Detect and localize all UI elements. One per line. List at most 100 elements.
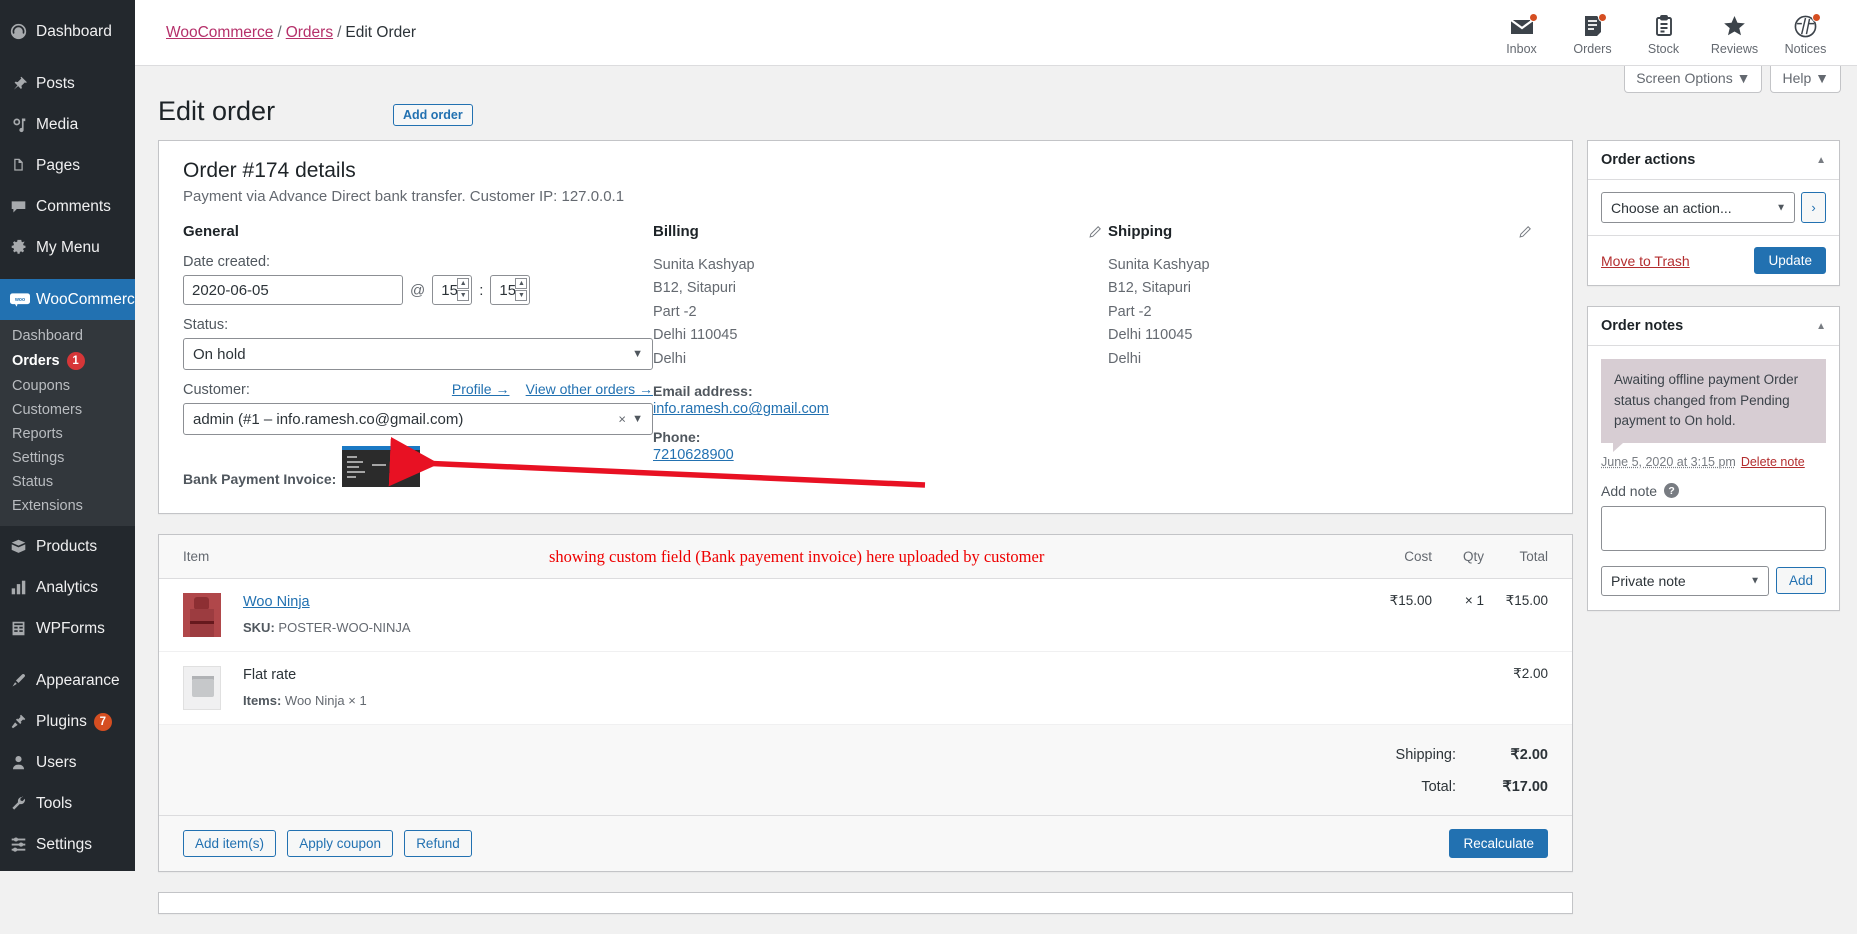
screen-options-button[interactable]: Screen Options ▼ bbox=[1624, 66, 1762, 93]
submenu-item-reports[interactable]: Reports bbox=[0, 422, 135, 446]
submenu-item-coupons[interactable]: Coupons bbox=[0, 374, 135, 398]
customer-select[interactable]: admin (#1 – info.ramesh.co@gmail.com) × … bbox=[183, 403, 653, 435]
sidebar-item-media[interactable]: Media bbox=[0, 104, 135, 145]
sidebar-item-pages[interactable]: Pages bbox=[0, 145, 135, 186]
sidebar-item-plugins[interactable]: Plugins 7 bbox=[0, 701, 135, 742]
apply-action-button[interactable]: › bbox=[1801, 192, 1826, 223]
delete-note-link[interactable]: Delete note bbox=[1741, 455, 1805, 469]
items-label: Items: bbox=[243, 693, 281, 708]
date-created-input[interactable] bbox=[183, 275, 403, 305]
customer-links: Profile → View other orders → bbox=[440, 381, 653, 398]
sidebar-item-woocommerce[interactable]: woo WooCommerce bbox=[0, 279, 135, 320]
add-note-label-row: Add note ? bbox=[1601, 483, 1826, 499]
minute-spin-arrows[interactable]: ▲ ▼ bbox=[515, 278, 527, 301]
billing-phone-link[interactable]: 7210628900 bbox=[653, 447, 1108, 463]
breadcrumb-orders[interactable]: Orders bbox=[286, 24, 333, 41]
sidebar-item-tools[interactable]: Tools bbox=[0, 783, 135, 824]
activity-item-stock[interactable]: Stock bbox=[1628, 5, 1699, 56]
sidebar-item-label: Users bbox=[36, 754, 76, 772]
sidebar-item-wpforms[interactable]: WPForms bbox=[0, 608, 135, 649]
hour-stepper[interactable]: ▲ ▼ bbox=[432, 275, 472, 305]
sidebar-item-users[interactable]: Users bbox=[0, 742, 135, 783]
refund-button[interactable]: Refund bbox=[404, 830, 472, 857]
sidebar-item-appearance[interactable]: Appearance bbox=[0, 660, 135, 701]
shipping-total: ₹2.00 bbox=[1484, 666, 1548, 682]
thumbnail-shape bbox=[192, 679, 214, 697]
submenu-label: Orders bbox=[12, 353, 60, 369]
hour-spin-arrows[interactable]: ▲ ▼ bbox=[457, 278, 469, 301]
collapse-toggle-icon[interactable]: ▲ bbox=[1816, 155, 1826, 166]
recalculate-button[interactable]: Recalculate bbox=[1449, 829, 1548, 858]
plug-icon bbox=[10, 713, 36, 730]
order-action-select[interactable]: Choose an action... ▼ bbox=[1601, 192, 1795, 223]
add-order-button[interactable]: Add order bbox=[393, 104, 473, 126]
update-order-button[interactable]: Update bbox=[1754, 247, 1826, 274]
table-row[interactable]: Woo Ninja SKU: POSTER-WOO-NINJA ₹15.00 ×… bbox=[159, 579, 1572, 652]
column-header-qty: Qty bbox=[1432, 549, 1484, 564]
breadcrumb-woocommerce[interactable]: WooCommerce bbox=[166, 24, 273, 41]
product-sku: SKU: POSTER-WOO-NINJA bbox=[243, 620, 1368, 635]
view-other-orders-link[interactable]: View other orders → bbox=[526, 381, 653, 397]
sidebar-separator-4 bbox=[0, 865, 135, 871]
customer-label: Customer: bbox=[183, 382, 250, 398]
sidebar-item-my-menu[interactable]: My Menu bbox=[0, 227, 135, 268]
table-row[interactable]: Flat rate Items: Woo Ninja × 1 ₹2.00 bbox=[159, 652, 1572, 725]
submenu-item-orders[interactable]: Orders 1 bbox=[0, 348, 135, 374]
move-to-trash-link[interactable]: Move to Trash bbox=[1601, 253, 1690, 269]
bank-payment-invoice-thumbnail[interactable] bbox=[342, 446, 420, 487]
order-status-select[interactable]: On hold ▼ bbox=[183, 338, 653, 370]
thumbnail-titlebar bbox=[342, 446, 420, 450]
activity-item-notices[interactable]: Notices bbox=[1770, 5, 1841, 56]
thumbnail-accent-dot bbox=[413, 462, 418, 467]
minute-stepper[interactable]: ▲ ▼ bbox=[490, 275, 530, 305]
submenu-item-status[interactable]: Status bbox=[0, 470, 135, 494]
activity-item-reviews[interactable]: Reviews bbox=[1699, 5, 1770, 56]
billing-address-line: B12, Sitapuri bbox=[653, 277, 1108, 300]
chevron-down-icon: ▼ bbox=[1776, 202, 1786, 213]
custom-fields-panel-stub bbox=[158, 892, 1573, 914]
comments-icon bbox=[10, 198, 36, 215]
submenu-item-customers[interactable]: Customers bbox=[0, 398, 135, 422]
spin-down-icon[interactable]: ▼ bbox=[457, 290, 469, 301]
billing-phone-label: Phone: bbox=[653, 429, 1108, 445]
clear-customer-icon[interactable]: × bbox=[618, 412, 626, 427]
sidebar-item-comments[interactable]: Comments bbox=[0, 186, 135, 227]
spin-down-icon[interactable]: ▼ bbox=[515, 290, 527, 301]
apply-coupon-button[interactable]: Apply coupon bbox=[287, 830, 393, 857]
sidebar-item-dashboard[interactable]: Dashboard bbox=[0, 11, 135, 52]
submenu-item-extensions[interactable]: Extensions bbox=[0, 494, 135, 518]
sidebar-separator-1 bbox=[0, 52, 135, 63]
sidebar-item-posts[interactable]: Posts bbox=[0, 63, 135, 104]
help-button[interactable]: Help ▼ bbox=[1770, 66, 1841, 93]
help-tip-icon[interactable]: ? bbox=[1664, 483, 1679, 498]
sidebar-item-products[interactable]: Products bbox=[0, 526, 135, 567]
sidebar-item-label: Plugins bbox=[36, 713, 87, 731]
add-note-button[interactable]: Add bbox=[1776, 567, 1826, 594]
sidebar-item-settings[interactable]: Settings bbox=[0, 824, 135, 865]
thumbnail-line bbox=[347, 476, 356, 478]
product-name-link[interactable]: Woo Ninja bbox=[243, 594, 310, 610]
spin-up-icon[interactable]: ▲ bbox=[457, 278, 469, 289]
edit-billing-pencil-icon[interactable] bbox=[1088, 225, 1102, 243]
add-note-textarea[interactable] bbox=[1601, 506, 1826, 551]
submenu-item-settings[interactable]: Settings bbox=[0, 446, 135, 470]
time-colon: : bbox=[479, 282, 483, 299]
add-note-controls: Private note ▼ Add bbox=[1601, 566, 1826, 596]
pages-icon bbox=[10, 157, 36, 174]
activity-item-inbox[interactable]: Inbox bbox=[1486, 5, 1557, 56]
edit-shipping-pencil-icon[interactable] bbox=[1518, 225, 1532, 243]
submenu-item-dashboard[interactable]: Dashboard bbox=[0, 324, 135, 348]
sidebar-item-analytics[interactable]: Analytics bbox=[0, 567, 135, 608]
order-actions-title: Order actions bbox=[1601, 152, 1695, 168]
spin-up-icon[interactable]: ▲ bbox=[515, 278, 527, 289]
collapse-toggle-icon[interactable]: ▲ bbox=[1816, 321, 1826, 332]
order-billing-column: Billing Sunita Kashyap B12, Sitapuri Par… bbox=[653, 223, 1108, 487]
customer-profile-link[interactable]: Profile → bbox=[452, 381, 510, 397]
billing-email-link[interactable]: info.ramesh.co@gmail.com bbox=[653, 401, 1108, 417]
activity-item-orders[interactable]: Orders bbox=[1557, 5, 1628, 56]
add-items-button[interactable]: Add item(s) bbox=[183, 830, 276, 857]
order-data-panel: Order #174 details Payment via Advance D… bbox=[158, 140, 1573, 514]
order-notes-panel: Order notes ▲ Awaiting offline payment O… bbox=[1587, 306, 1840, 611]
note-type-select[interactable]: Private note ▼ bbox=[1601, 566, 1769, 596]
side-column: Order actions ▲ Choose an action... ▼ › … bbox=[1587, 140, 1840, 631]
